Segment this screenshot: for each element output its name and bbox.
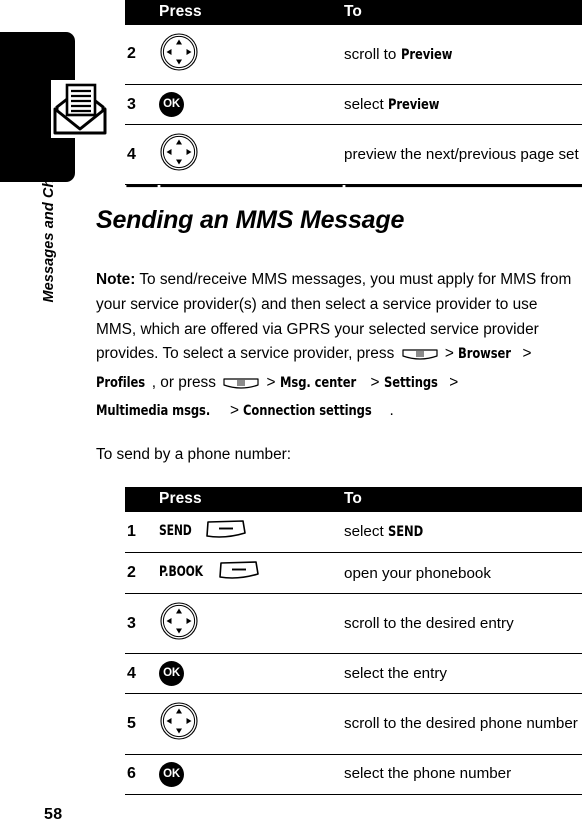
step-action-cell: scroll to Preview xyxy=(344,25,582,86)
note-menu-item-settings: Settings xyxy=(383,373,438,391)
envelope-message-icon xyxy=(51,80,109,138)
table-header-number xyxy=(125,0,159,25)
table-header-number xyxy=(125,487,159,512)
step-number: 4 xyxy=(125,653,159,695)
table-row: 5 scroll to the desired phone number xyxy=(125,693,582,755)
note-separator-2: > xyxy=(518,345,532,363)
note-text-part-2: , or press xyxy=(151,373,221,391)
table-row: 2 scroll to Preview xyxy=(125,25,582,86)
ok-key-icon: OK xyxy=(159,661,184,687)
note-menu-item-profiles: Profiles xyxy=(96,373,146,391)
nav-key-icon xyxy=(159,132,199,177)
step-action-cell: scroll to the desired phone number xyxy=(344,693,582,755)
table-header-press: Press xyxy=(159,487,344,512)
nav-key-icon xyxy=(159,701,199,746)
note-menu-item-multimedia-msgs: Multimedia msgs. xyxy=(96,402,211,420)
steps-table-top-wrapper: Press To 2 scroll to Preview 3 OK select… xyxy=(125,0,582,186)
note-separator-3: > xyxy=(262,373,280,391)
step-key-cell: SEND xyxy=(159,512,344,554)
note-menu-item-msg-center: Msg. center xyxy=(279,373,356,391)
step-key-cell: OK xyxy=(159,653,344,695)
note-label: Note: xyxy=(96,271,136,289)
step-action-text: preview the next/previous page set xyxy=(344,146,579,164)
step-key-cell xyxy=(159,593,344,655)
step-action-text: open your phonebook xyxy=(344,564,491,582)
soft-key-icon xyxy=(216,560,260,586)
steps-table-bottom: Press To 1 SEND select SEND 2 P.BOOK ope… xyxy=(125,487,582,795)
step-action-cell: select the phone number xyxy=(344,754,582,795)
step-number: 6 xyxy=(125,754,159,795)
step-number: 4 xyxy=(125,124,159,186)
table-row: 2 P.BOOK open your phonebook xyxy=(125,552,582,595)
note-separator-1: > xyxy=(440,345,459,363)
table-row: 4 preview the next/previous page set xyxy=(125,124,582,186)
note-separator-4: > xyxy=(366,373,384,391)
menu-key-icon xyxy=(401,346,439,371)
table-row: 6 OK select the phone number xyxy=(125,754,582,795)
note-menu-item-browser: Browser xyxy=(458,345,512,363)
step-action-cell: scroll to the desired entry xyxy=(344,593,582,655)
table-header-press: Press xyxy=(159,0,344,25)
lead-in-text: To send by a phone number: xyxy=(96,446,292,463)
step-key-cell: OK xyxy=(159,84,344,126)
table-row: 3 OK select Preview xyxy=(125,84,582,126)
step-action-cell: open your phonebook xyxy=(344,552,582,595)
step-key-cell xyxy=(159,124,344,186)
softkey-label-send: SEND xyxy=(159,523,192,540)
step-key-cell: P.BOOK xyxy=(159,552,344,595)
step-number: 3 xyxy=(125,593,159,655)
step-number: 3 xyxy=(125,84,159,126)
table-header-to: To xyxy=(344,0,582,25)
step-action-cell: select SEND xyxy=(344,512,582,554)
step-action-text: scroll to xyxy=(344,45,401,63)
step-key-cell xyxy=(159,693,344,755)
step-action-menu: SEND xyxy=(387,523,424,541)
nav-key-icon xyxy=(159,32,199,77)
note-separator-5: > xyxy=(444,373,459,391)
step-action-text: select xyxy=(344,523,388,541)
step-key-cell xyxy=(159,25,344,86)
table-row: 1 SEND select SEND xyxy=(125,512,582,554)
nav-key-icon xyxy=(159,601,199,646)
note-separator-6: > xyxy=(225,402,244,420)
step-number: 2 xyxy=(125,25,159,86)
steps-table-bottom-wrapper: Press To 1 SEND select SEND 2 P.BOOK ope… xyxy=(125,487,582,795)
table-header-to: To xyxy=(344,487,582,512)
table-header-row: Press To xyxy=(125,0,582,25)
step-action-menu: Preview xyxy=(387,95,440,113)
table-header-row: Press To xyxy=(125,487,582,512)
step-action-cell: select the entry xyxy=(344,653,582,695)
step-action-text: scroll to the desired phone number xyxy=(344,715,578,733)
chapter-tab-label: Messages and Chat xyxy=(41,165,57,303)
steps-table-top: Press To 2 scroll to Preview 3 OK select… xyxy=(125,0,582,186)
step-number: 2 xyxy=(125,552,159,595)
soft-key-icon xyxy=(203,519,247,545)
note-text-part-3: . xyxy=(389,402,394,420)
ok-key-icon: OK xyxy=(159,761,184,787)
step-action-text: select xyxy=(344,95,388,113)
softkey-label-pbook: P.BOOK xyxy=(159,564,203,581)
note-paragraph: Note: To send/receive MMS messages, you … xyxy=(96,268,580,424)
page-number: 58 xyxy=(44,806,63,823)
step-action-text: scroll to the desired entry xyxy=(344,615,514,633)
step-action-menu: Preview xyxy=(400,45,452,63)
step-action-text: select the phone number xyxy=(344,765,512,783)
step-key-cell: OK xyxy=(159,754,344,795)
menu-key-icon xyxy=(222,375,260,400)
page-title: Sending an MMS Message xyxy=(96,206,405,234)
table-row: 4 OK select the entry xyxy=(125,653,582,695)
note-menu-item-connection-settings: Connection settings xyxy=(243,402,372,420)
step-number: 5 xyxy=(125,693,159,755)
ok-key-icon: OK xyxy=(159,92,184,118)
step-number: 1 xyxy=(125,512,159,554)
step-action-cell: select Preview xyxy=(344,84,582,126)
step-action-text: select the entry xyxy=(344,665,447,683)
table-row: 3 scroll to the desired entry xyxy=(125,593,582,655)
step-action-cell: preview the next/previous page set xyxy=(344,124,582,186)
